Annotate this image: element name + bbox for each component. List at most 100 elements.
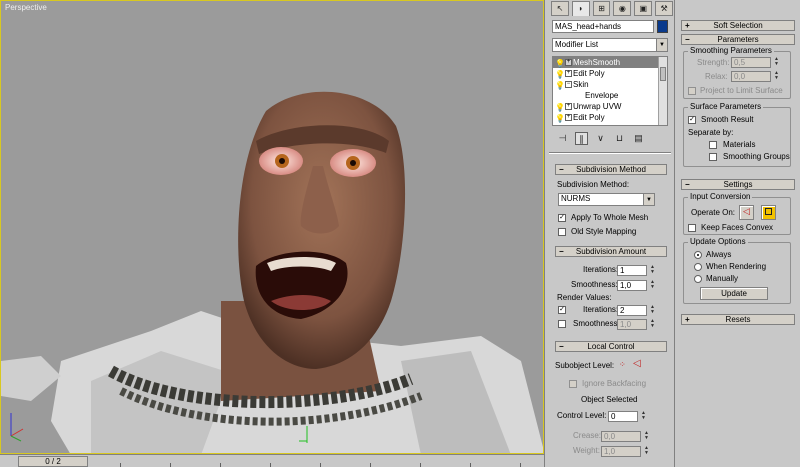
stack-item-skin[interactable]: 💡 − Skin [553,79,667,90]
project-limit-checkbox[interactable] [688,87,696,95]
vertex-mode-icon[interactable]: ⁘ [619,360,626,370]
resets-rollout[interactable]: + Resets [681,314,795,325]
crease-label: Crease: [573,431,602,440]
scroll-thumb[interactable] [660,67,666,81]
relax-field[interactable]: 0,0 [731,71,771,82]
control-level-field[interactable]: 0 [608,411,638,422]
selection-status: Object Selected [581,395,638,404]
configure-sets-icon[interactable]: ▤ [632,132,645,145]
time-slider-track[interactable]: 0 / 2 [0,454,544,467]
lightbulb-icon[interactable]: 💡 [555,113,565,124]
weight-field[interactable]: 1,0 [601,446,641,457]
relax-spinner[interactable]: ▲ ▼ [773,71,780,82]
make-unique-icon[interactable]: ∨ [594,132,607,145]
modify-tab-icon[interactable]: ◗ [571,1,590,16]
group-title: Surface Parameters [688,102,764,112]
ignore-backfacing-checkbox[interactable] [569,380,577,388]
stack-toolbar: ⊣ ∥ ∨ ⊔ ▤ [552,130,668,146]
chevron-down-icon[interactable]: ▼ [643,194,654,205]
keep-faces-convex-label: Keep Faces Convex [701,223,774,232]
update-manually-radio[interactable] [694,275,702,283]
strength-spinner[interactable]: ▲ ▼ [773,57,780,68]
update-when-rendering-radio[interactable] [694,263,702,271]
stack-item-label: Edit Poly [573,113,605,122]
subdivision-method-rollout[interactable]: − Subdivision Method [555,164,667,175]
collapse-icon[interactable]: − [565,81,572,88]
edge-mode-icon[interactable]: ◁ [633,359,641,369]
rollout-title: Subdivision Method [576,165,646,174]
operate-on-triangles-button[interactable]: ◁ [739,205,754,220]
soft-selection-rollout[interactable]: + Soft Selection [681,20,795,31]
subdivision-amount-rollout[interactable]: − Subdivision Amount [555,246,667,257]
crease-spinner[interactable]: ▲ ▼ [643,431,650,442]
update-always-radio[interactable] [694,251,702,259]
materials-checkbox[interactable] [709,141,717,149]
timeline-tick [520,463,521,467]
weight-label: Weight: [573,446,600,455]
object-color-swatch[interactable] [657,20,668,33]
update-manually-label: Manually [706,274,739,283]
parameters-rollout[interactable]: − Parameters [681,34,795,45]
stack-item-envelope[interactable]: Envelope [553,90,667,101]
object-name-field[interactable]: MAS_head+hands [552,20,654,33]
chevron-down-icon[interactable]: ▼ [656,39,667,51]
group-title: Smoothing Parameters [688,46,774,56]
triangle-icon: ◁ [743,206,750,216]
keep-faces-convex-checkbox[interactable] [688,224,696,232]
perspective-viewport[interactable]: Perspective [0,0,544,454]
strength-field[interactable]: 0,5 [731,57,771,68]
render-iterations-spinner[interactable]: ▲ ▼ [649,305,656,316]
smoothness-field[interactable]: 1,0 [617,280,647,291]
control-level-spinner[interactable]: ▲ ▼ [640,411,647,422]
modifier-stack[interactable]: 💡 + MeshSmooth 💡 + Edit Poly 💡 − Skin En… [552,56,668,126]
iterations-field[interactable]: 1 [617,265,647,276]
pin-stack-icon[interactable]: ⊣ [556,132,569,145]
render-values-label: Render Values: [557,293,612,302]
right-rollout-panel: + Soft Selection − Parameters Smoothing Pa… [674,0,800,467]
stack-item-meshsmooth[interactable]: 💡 + MeshSmooth [553,57,667,68]
smoothness-label: Smoothness: [571,280,618,289]
hierarchy-tab-icon[interactable]: ⊞ [592,1,611,16]
stack-item-edit-poly-2[interactable]: 💡 + Edit Poly [553,112,667,123]
smooth-result-checkbox[interactable]: ✓ [688,116,696,124]
iterations-spinner[interactable]: ▲ ▼ [649,265,656,276]
expand-icon[interactable]: + [565,70,572,77]
separate-by-label: Separate by: [688,128,734,137]
stack-item-label: Unwrap UVW [573,102,622,111]
viewport-label[interactable]: Perspective [5,3,47,12]
timeline-tick [270,463,271,467]
update-button[interactable]: Update [700,287,768,300]
render-iterations-checkbox[interactable]: ✓ [558,306,566,314]
weight-spinner[interactable]: ▲ ▼ [643,446,650,457]
operate-on-polygons-button[interactable] [761,205,776,220]
crease-field[interactable]: 0,0 [601,431,641,442]
render-iterations-field[interactable]: 2 [617,305,647,316]
smoothness-spinner[interactable]: ▲ ▼ [649,280,656,291]
create-tab-icon[interactable]: ↖ [551,1,569,16]
display-tab-icon[interactable]: ▣ [634,1,653,16]
render-smoothness-checkbox[interactable] [558,320,566,328]
expand-icon[interactable]: + [565,59,572,66]
motion-tab-icon[interactable]: ◉ [613,1,632,16]
local-control-rollout[interactable]: − Local Control [555,341,667,352]
smoothing-groups-checkbox[interactable] [709,153,717,161]
render-smoothness-field[interactable]: 1,0 [617,319,647,330]
show-end-result-icon[interactable]: ∥ [575,131,588,145]
stack-item-edit-poly[interactable]: 💡 + Edit Poly [553,68,667,79]
settings-rollout[interactable]: − Settings [681,179,795,190]
render-smoothness-spinner[interactable]: ▲ ▼ [649,319,656,330]
expand-icon[interactable]: + [565,114,572,121]
expand-icon[interactable]: + [565,103,572,110]
stack-item-label: Edit Poly [573,69,605,78]
subdivision-method-select[interactable]: NURMS ▼ [558,193,655,206]
apply-whole-mesh-checkbox[interactable]: ✓ [558,214,566,222]
remove-modifier-icon[interactable]: ⊔ [613,132,626,145]
modifier-list-dropdown[interactable]: Modifier List ▼ [552,38,668,52]
stack-item-unwrap-uvw[interactable]: 💡 + Unwrap UVW [553,101,667,112]
stack-scrollbar[interactable] [658,57,667,125]
rollout-title: Parameters [717,35,759,44]
utilities-tab-icon[interactable]: ⚒ [655,1,673,16]
time-slider[interactable]: 0 / 2 [18,456,88,467]
old-style-mapping-checkbox[interactable] [558,228,566,236]
control-level-label: Control Level: [557,411,607,420]
